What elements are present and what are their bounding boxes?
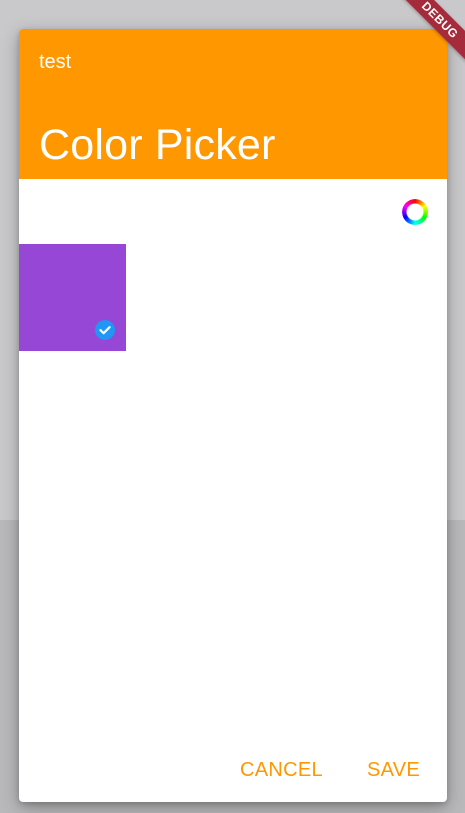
color-wheel-button[interactable] — [402, 199, 428, 225]
check-circle-icon — [95, 320, 115, 340]
cancel-button[interactable]: CANCEL — [240, 752, 323, 788]
color-picker-dialog: test Color Picker CANCEL SAVE — [19, 29, 447, 802]
save-button[interactable]: SAVE — [367, 752, 420, 788]
dialog-title: Color Picker — [39, 121, 276, 169]
dialog-header: test Color Picker — [19, 29, 447, 179]
color-wheel-icon — [402, 199, 428, 225]
dialog-subtitle: test — [39, 51, 72, 73]
color-swatch-selected[interactable] — [19, 244, 126, 351]
dialog-actions: CANCEL SAVE — [19, 738, 447, 802]
